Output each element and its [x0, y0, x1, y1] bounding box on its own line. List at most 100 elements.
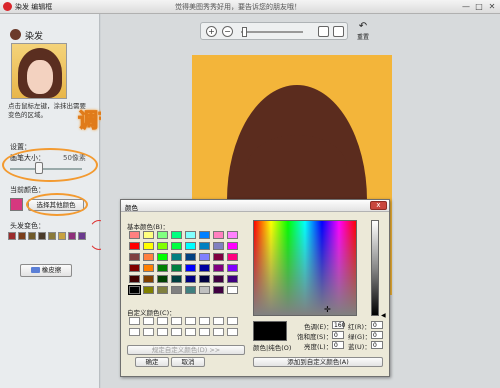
basic-color-swatch[interactable]	[171, 242, 182, 250]
basic-color-swatch[interactable]	[199, 231, 210, 239]
custom-color-swatch[interactable]	[129, 328, 140, 336]
basic-color-swatch[interactable]	[143, 275, 154, 283]
luminance-bar[interactable]	[371, 220, 379, 316]
color-preview	[253, 321, 287, 341]
custom-color-swatch[interactable]	[171, 328, 182, 336]
hair-color-swatch[interactable]	[58, 232, 66, 240]
lum-input[interactable]: 0	[332, 341, 344, 349]
custom-color-swatch[interactable]	[213, 328, 224, 336]
minimize-button[interactable]: —	[460, 1, 472, 12]
actual-size-icon[interactable]	[333, 26, 344, 37]
close-button[interactable]: ✕	[486, 1, 498, 12]
zoom-slider[interactable]	[242, 27, 247, 37]
basic-color-swatch[interactable]	[227, 253, 238, 261]
custom-color-swatch[interactable]	[157, 317, 168, 325]
basic-color-swatch[interactable]	[185, 264, 196, 272]
maximize-button[interactable]: □	[473, 1, 485, 12]
basic-color-swatch[interactable]	[199, 286, 210, 294]
add-to-custom-colors-button[interactable]: 添加到自定义颜色(A)	[253, 357, 383, 367]
custom-color-swatch[interactable]	[143, 317, 154, 325]
basic-color-swatch[interactable]	[185, 242, 196, 250]
basic-color-swatch[interactable]	[213, 264, 224, 272]
custom-color-swatch[interactable]	[129, 317, 140, 325]
zoom-in-icon[interactable]: +	[206, 26, 217, 37]
basic-color-swatch[interactable]	[143, 253, 154, 261]
basic-color-swatch[interactable]	[171, 253, 182, 261]
basic-color-swatch[interactable]	[171, 275, 182, 283]
ok-button[interactable]: 确定	[135, 357, 169, 367]
basic-color-swatch[interactable]	[227, 264, 238, 272]
custom-color-swatch[interactable]	[143, 328, 154, 336]
basic-color-swatch[interactable]	[213, 275, 224, 283]
custom-color-swatch[interactable]	[185, 328, 196, 336]
basic-color-swatch[interactable]	[227, 286, 238, 294]
basic-color-swatch[interactable]	[171, 264, 182, 272]
reset-label: 重置	[356, 34, 369, 41]
basic-color-swatch[interactable]	[213, 253, 224, 261]
basic-color-swatch[interactable]	[129, 231, 140, 239]
hair-color-swatch[interactable]	[78, 232, 86, 240]
custom-color-swatch[interactable]	[227, 328, 238, 336]
cancel-button[interactable]: 取消	[171, 357, 205, 367]
fit-screen-icon[interactable]	[318, 26, 329, 37]
basic-color-swatch[interactable]	[199, 242, 210, 250]
basic-color-swatch[interactable]	[199, 253, 210, 261]
hue-input[interactable]: 160	[332, 321, 345, 329]
basic-color-swatch[interactable]	[157, 242, 168, 250]
define-custom-colors-button[interactable]: 规定自定义颜色(D) >>	[127, 345, 245, 355]
basic-color-swatch[interactable]	[199, 275, 210, 283]
basic-color-swatch[interactable]	[157, 231, 168, 239]
basic-color-swatch[interactable]	[129, 242, 140, 250]
color-spectrum[interactable]	[253, 220, 357, 316]
basic-color-swatch[interactable]	[213, 242, 224, 250]
hair-color-swatch[interactable]	[18, 232, 26, 240]
dialog-close-button[interactable]: x	[370, 201, 387, 210]
custom-color-swatch[interactable]	[185, 317, 196, 325]
basic-color-swatch[interactable]	[157, 275, 168, 283]
custom-color-swatch[interactable]	[213, 317, 224, 325]
custom-color-swatch[interactable]	[199, 328, 210, 336]
blue-input[interactable]: 0	[371, 341, 383, 349]
custom-color-swatch[interactable]	[171, 317, 182, 325]
basic-color-swatch[interactable]	[185, 253, 196, 261]
basic-color-swatch[interactable]	[143, 242, 154, 250]
zoom-track[interactable]	[241, 31, 303, 33]
basic-color-swatch[interactable]	[185, 286, 196, 294]
hair-color-swatch[interactable]	[48, 232, 56, 240]
red-input[interactable]: 0	[371, 321, 383, 329]
custom-color-swatch[interactable]	[227, 317, 238, 325]
green-input[interactable]: 0	[371, 331, 383, 339]
basic-color-swatch[interactable]	[185, 231, 196, 239]
basic-color-swatch[interactable]	[171, 231, 182, 239]
eraser-button[interactable]: 橡皮擦	[20, 264, 72, 277]
basic-color-swatch[interactable]	[199, 264, 210, 272]
zoom-out-icon[interactable]: −	[222, 26, 233, 37]
basic-color-swatch[interactable]	[157, 264, 168, 272]
basic-color-swatch[interactable]	[143, 286, 154, 294]
luminance-arrow-icon[interactable]: ◀	[381, 312, 386, 319]
basic-color-swatch[interactable]	[171, 286, 182, 294]
basic-color-swatch[interactable]	[157, 286, 168, 294]
basic-color-swatch[interactable]	[213, 286, 224, 294]
basic-color-swatch[interactable]	[227, 275, 238, 283]
basic-color-swatch[interactable]	[128, 285, 141, 295]
basic-color-swatch[interactable]	[129, 275, 140, 283]
sat-input[interactable]: 0	[332, 331, 344, 339]
basic-color-swatch[interactable]	[227, 242, 238, 250]
hair-color-swatch[interactable]	[8, 232, 16, 240]
hair-color-swatch[interactable]	[68, 232, 76, 240]
reset-button[interactable]: ↶ 重置	[352, 22, 374, 42]
basic-color-swatch[interactable]	[143, 231, 154, 239]
basic-color-swatch[interactable]	[185, 275, 196, 283]
basic-color-swatch[interactable]	[129, 264, 140, 272]
custom-color-swatch[interactable]	[157, 328, 168, 336]
basic-color-swatch[interactable]	[227, 231, 238, 239]
custom-color-swatch[interactable]	[199, 317, 210, 325]
basic-color-swatch[interactable]	[143, 264, 154, 272]
basic-color-swatch[interactable]	[213, 231, 224, 239]
basic-color-swatch[interactable]	[157, 253, 168, 261]
hair-color-swatch[interactable]	[38, 232, 46, 240]
basic-color-swatch[interactable]	[129, 253, 140, 261]
current-color-swatch[interactable]	[10, 198, 23, 211]
hair-color-swatch[interactable]	[28, 232, 36, 240]
